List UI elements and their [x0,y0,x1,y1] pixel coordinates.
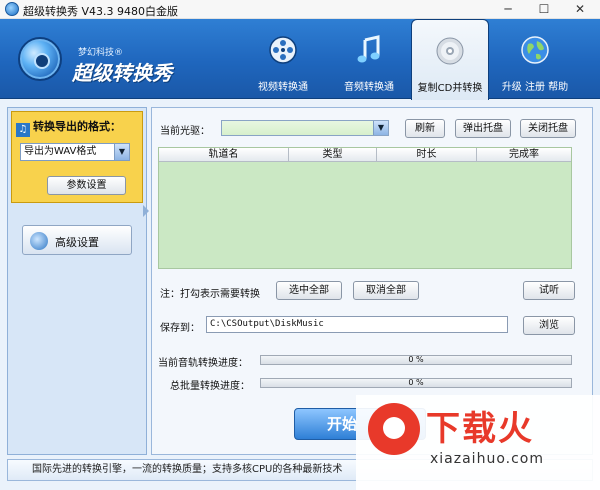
nav-label: 视频转换通 [258,82,308,93]
track-table-header: 轨道名 类型 时长 完成率 [159,148,571,162]
nav-label: 音频转换通 [344,82,394,93]
app-logo-icon [18,37,62,81]
globe-icon [521,36,549,64]
film-reel-icon [269,36,297,64]
nav-video-convert[interactable]: 视频转换通 [244,19,322,99]
advanced-settings-label: 高级设置 [55,236,99,249]
maximize-button[interactable]: ☐ [526,0,562,19]
cd-disc-icon [30,232,48,250]
watermark: 下载火 xiazaihuo.com [356,395,600,490]
preview-listen-button[interactable]: 试听 [523,281,575,300]
refresh-button[interactable]: 刷新 [405,119,445,138]
column-header-duration[interactable]: 时长 [377,148,477,161]
browse-button[interactable]: 浏览 [523,316,575,335]
column-header-track-name[interactable]: 轨道名 [159,148,289,161]
watermark-brand: 下载火 [426,409,534,449]
chevron-down-icon[interactable]: ▼ [114,144,129,160]
cd-disc-icon [436,37,464,65]
close-tray-button[interactable]: 关闭托盘 [520,119,576,138]
track-progress-label: 当前音轨转换进度： [158,358,248,369]
save-to-label: 保存到： [160,323,200,334]
column-header-type[interactable]: 类型 [289,148,377,161]
nav-audio-convert[interactable]: 音频转换通 [330,19,408,99]
minimize-button[interactable]: ─ [490,0,526,19]
app-header: 梦幻科技® 超级转换秀 视频转换通 音频转换通 复制CD并转换 升级 注册 帮助 [0,19,600,100]
output-format-value: 导出为WAV格式 [24,146,97,157]
select-all-button[interactable]: 选中全部 [276,281,342,300]
batch-progress-label: 总批量转换进度： [170,381,250,392]
music-note-icon: ♫ [16,123,30,137]
app-name: 超级转换秀 [72,61,172,85]
app-icon [5,2,19,16]
title-bar: 超级转换秀 V43.3 9480白金版 ─ ☐ ✕ [0,0,600,19]
deselect-all-button[interactable]: 取消全部 [353,281,419,300]
checkbox-note: 注：打勾表示需要转换 [160,289,260,300]
window-title: 超级转换秀 V43.3 9480白金版 [23,5,179,18]
close-button[interactable]: ✕ [562,0,598,19]
advanced-settings-button[interactable]: 高级设置 [22,225,132,255]
panel-pointer-arrow [143,205,149,217]
drive-label: 当前光驱： [160,126,210,137]
output-format-header: ♫ 转换导出的格式： [16,118,121,137]
nav-label: 升级 注册 帮助 [501,82,569,93]
output-format-select[interactable]: 导出为WAV格式 ▼ [20,143,130,161]
track-progress-bar: 0 % [260,355,572,365]
watermark-url: xiazaihuo.com [430,451,544,467]
eject-tray-button[interactable]: 弹出托盘 [455,119,511,138]
params-settings-button[interactable]: 参数设置 [47,176,126,195]
left-panel: ♫ 转换导出的格式： 导出为WAV格式 ▼ 参数设置 高级设置 [7,107,147,455]
save-path-input[interactable]: C:\CSOutput\DiskMusic [206,316,508,333]
chevron-down-icon[interactable]: ▼ [373,121,388,135]
fire-logo-icon [368,403,420,455]
output-format-box: ♫ 转换导出的格式： 导出为WAV格式 ▼ 参数设置 [11,111,143,203]
drive-select[interactable]: ▼ [221,120,389,136]
output-format-title: 转换导出的格式： [33,120,121,133]
nav-label: 复制CD并转换 [417,83,483,94]
track-table[interactable]: 轨道名 类型 时长 完成率 [158,147,572,269]
music-note-icon [357,35,380,63]
column-header-completion[interactable]: 完成率 [477,148,571,161]
batch-progress-bar: 0 % [260,378,572,388]
nav-copy-cd[interactable]: 复制CD并转换 [411,19,489,100]
nav-upgrade-help[interactable]: 升级 注册 帮助 [496,19,574,99]
